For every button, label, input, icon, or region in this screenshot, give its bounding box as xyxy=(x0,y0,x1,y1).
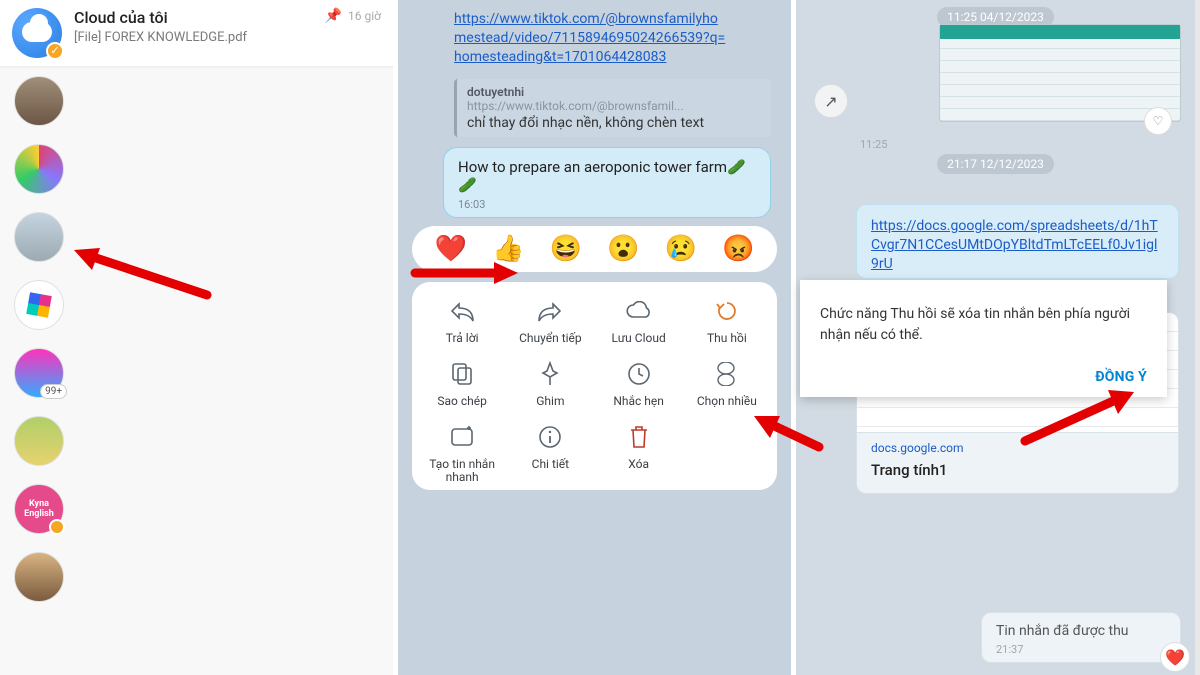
pin-icon: 📌 xyxy=(325,8,342,24)
message-image-thumbnail[interactable]: ♡ xyxy=(939,24,1181,122)
date-separator: 21:17 12/12/2023 xyxy=(937,154,1054,174)
contact-avatar[interactable]: 99+ xyxy=(14,348,64,398)
reaction-angry[interactable]: 😡 xyxy=(722,234,754,264)
quote-body: chỉ thay đổi nhạc nền, không chèn text xyxy=(467,115,761,131)
dialog-agree-button[interactable]: ĐỒNG Ý xyxy=(1095,369,1147,385)
copy-icon xyxy=(447,359,477,389)
message-time: 11:25 xyxy=(860,138,887,151)
contact-avatar[interactable] xyxy=(14,416,64,466)
cloud-avatar: ✓ xyxy=(12,8,62,58)
multi-select-icon xyxy=(712,359,742,389)
action-multi-select[interactable]: Chọn nhiều xyxy=(683,359,771,408)
quote-url: https://www.tiktok.com/@brownsfamil... xyxy=(467,99,761,113)
verified-badge-icon: ✓ xyxy=(46,42,64,60)
selected-chat-header[interactable]: ✓ Cloud của tôi [File] FOREX KNOWLEDGE.p… xyxy=(0,0,393,68)
contact-avatar[interactable] xyxy=(14,144,64,194)
contact-avatar[interactable] xyxy=(14,212,64,262)
context-menu: Trả lời Chuyển tiếp Lưu Cloud Thu hồi Sa… xyxy=(412,282,777,490)
preview-title: Trang tính1 xyxy=(857,457,1178,493)
contact-avatar[interactable] xyxy=(14,76,64,126)
quick-message-icon xyxy=(447,422,477,452)
react-add-button[interactable]: ♡ xyxy=(1144,107,1172,135)
action-save-cloud[interactable]: Lưu Cloud xyxy=(595,296,683,345)
info-icon xyxy=(535,422,565,452)
recalled-time: 21:37 xyxy=(996,643,1166,656)
selected-message[interactable]: How to prepare an aeroponic tower farm🥒🥒… xyxy=(443,147,771,218)
cloud-icon xyxy=(624,296,654,326)
action-reply[interactable]: Trả lời xyxy=(418,296,506,345)
message-time: 16:03 xyxy=(458,198,756,211)
reaction-thumb[interactable]: 👍 xyxy=(492,234,524,264)
reaction-heart-icon[interactable]: ❤️ xyxy=(1160,642,1190,672)
recall-icon xyxy=(712,296,742,326)
reaction-heart[interactable]: ❤️ xyxy=(435,234,467,264)
action-copy[interactable]: Sao chép xyxy=(418,359,506,408)
recall-result-panel: 11:25 04/12/2023 ↗ ♡ 11:25 21:17 12/12/2… xyxy=(796,0,1195,675)
recalled-message: Tin nhắn đã được thu 21:37 ❤️ xyxy=(981,612,1181,663)
contact-avatar[interactable]: Kyna English xyxy=(14,484,64,534)
reaction-laugh[interactable]: 😆 xyxy=(550,234,582,264)
chat-time: 📌 16 giờ xyxy=(325,8,381,24)
reply-icon xyxy=(447,296,477,326)
avatar-sidebar: 99+ Kyna English xyxy=(0,68,393,675)
verified-badge-icon xyxy=(49,519,65,535)
clock-icon xyxy=(624,359,654,389)
contact-avatar[interactable] xyxy=(14,280,64,330)
action-pin[interactable]: Ghim xyxy=(506,359,594,408)
action-recall[interactable]: Thu hồi xyxy=(683,296,771,345)
trash-icon xyxy=(624,422,654,452)
message-text: How to prepare an aeroponic tower farm🥒🥒 xyxy=(458,158,756,194)
recalled-text: Tin nhắn đã được thu xyxy=(996,623,1166,639)
action-info[interactable]: Chi tiết xyxy=(506,422,594,484)
chat-panel: https://www.tiktok.com/@brownsfamilyhome… xyxy=(398,0,796,675)
link-message[interactable]: https://docs.google.com/spreadsheets/d/1… xyxy=(856,204,1179,279)
preview-domain: docs.google.com xyxy=(857,433,1178,457)
chat-preview: [File] FOREX KNOWLEDGE.pdf xyxy=(74,30,313,45)
contact-avatar[interactable] xyxy=(14,552,64,602)
quote-author: dotuyetnhi xyxy=(467,85,761,99)
message-link[interactable]: https://docs.google.com/spreadsheets/d/1… xyxy=(871,218,1158,272)
unread-badge: 99+ xyxy=(40,384,67,399)
action-quick-message[interactable]: Tạo tin nhắn nhanh xyxy=(418,422,506,484)
reaction-wow[interactable]: 😮 xyxy=(607,234,639,264)
action-delete[interactable]: Xóa xyxy=(595,422,683,484)
quoted-message: dotuyetnhi https://www.tiktok.com/@brown… xyxy=(454,79,771,137)
reaction-bar: ❤️ 👍 😆 😮 😢 😡 xyxy=(412,226,777,272)
action-remind[interactable]: Nhắc hẹn xyxy=(595,359,683,408)
pin-icon xyxy=(535,359,565,389)
recall-confirm-dialog: Chức năng Thu hồi sẽ xóa tin nhắn bên ph… xyxy=(800,280,1167,397)
message-link[interactable]: https://www.tiktok.com/@brownsfamilyhome… xyxy=(398,10,791,67)
chat-list-panel: ✓ Cloud của tôi [File] FOREX KNOWLEDGE.p… xyxy=(0,0,398,675)
dialog-message: Chức năng Thu hồi sẽ xóa tin nhắn bên ph… xyxy=(820,304,1147,346)
share-button[interactable]: ↗ xyxy=(814,84,848,118)
action-forward[interactable]: Chuyển tiếp xyxy=(506,296,594,345)
chat-title: Cloud của tôi xyxy=(74,8,313,27)
reaction-cry[interactable]: 😢 xyxy=(665,234,697,264)
forward-icon xyxy=(535,296,565,326)
